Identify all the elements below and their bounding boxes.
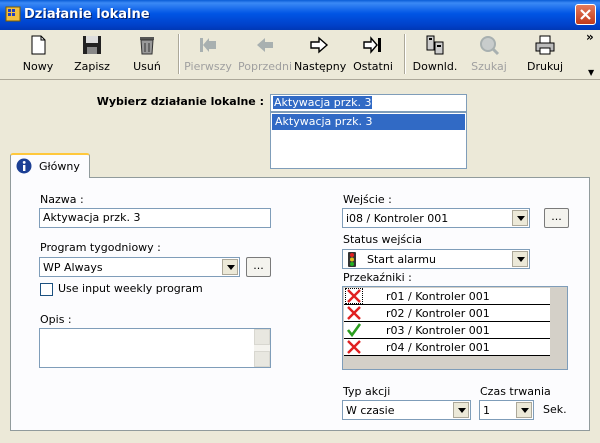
relay-name: r03 / Kontroler 001 [386, 324, 490, 337]
printer-icon [535, 35, 555, 55]
chevron-down-icon[interactable] [222, 259, 238, 275]
relay-name: r04 / Kontroler 001 [386, 341, 490, 354]
toolbar-overflow-arrow-icon[interactable]: ▼ [588, 68, 594, 77]
duration-label: Czas trwania [480, 385, 551, 398]
relay-name: r01 / Kontroler 001 [386, 290, 490, 303]
duration-select[interactable]: 1 [479, 400, 534, 420]
description-label: Opis : [40, 313, 72, 326]
tab-label: Główny [39, 160, 80, 173]
chevron-down-icon[interactable] [512, 210, 528, 226]
previous-record-icon [257, 38, 273, 52]
input-status-label: Status wejścia [343, 233, 422, 246]
local-action-list[interactable]: Aktywacja przk. 3 [270, 112, 467, 169]
local-action-search-input[interactable]: Aktywacja przk. 3 [270, 94, 467, 112]
action-type-label: Typ akcji [343, 385, 391, 398]
checkmark-icon[interactable] [346, 323, 362, 337]
window-title: Działanie lokalne [24, 7, 150, 22]
input-select[interactable]: i08 / Kontroler 001 [342, 208, 530, 228]
relays-grid[interactable]: r01 / Kontroler 001 r02 / Kontroler 001 … [342, 286, 568, 370]
last-record-icon [363, 36, 381, 54]
chevron-down-icon[interactable] [516, 402, 532, 418]
new-button[interactable]: Nowy [16, 30, 60, 76]
table-row[interactable]: r03 / Kontroler 001 [344, 322, 550, 339]
app-icon [5, 6, 21, 22]
save-button-label: Zapisz [74, 60, 110, 73]
download-button-label: Downld. [412, 60, 458, 73]
toolbar-separator [178, 34, 180, 74]
close-button[interactable] [575, 4, 596, 25]
cross-icon[interactable] [345, 288, 363, 304]
delete-button-label: Usuń [133, 60, 161, 73]
action-type-select[interactable]: W czasie [342, 400, 471, 420]
weekly-program-value: WP Always [43, 261, 103, 274]
download-icon [426, 35, 444, 55]
previous-button[interactable]: Poprzedni [238, 30, 292, 76]
input-status-value: Start alarmu [367, 253, 436, 266]
title-bar[interactable]: Działanie lokalne [0, 0, 600, 30]
local-action-select-label: Wybierz działanie lokalne : [96, 95, 264, 108]
traffic-light-icon [348, 252, 356, 267]
action-type-value: W czasie [346, 404, 395, 417]
relays-label: Przekaźniki : [343, 271, 412, 284]
download-button[interactable]: Downld. [412, 30, 458, 76]
floppy-disk-icon [83, 36, 101, 54]
description-textarea[interactable] [39, 328, 271, 368]
next-record-icon [310, 36, 329, 54]
tab-glowny[interactable]: Główny [10, 153, 90, 178]
first-button[interactable]: Pierwszy [184, 30, 232, 76]
weekly-program-select[interactable]: WP Always [39, 257, 240, 277]
next-button[interactable]: Następny [294, 30, 347, 76]
toolbar-overflow-button[interactable]: » [586, 30, 598, 44]
duration-unit-label: Sek. [543, 403, 567, 416]
search-button[interactable]: Szukaj [466, 30, 512, 76]
trash-icon [140, 37, 154, 55]
scroll-down-icon[interactable] [254, 351, 270, 367]
next-button-label: Następny [294, 60, 347, 73]
close-icon [580, 9, 591, 20]
table-row[interactable]: r01 / Kontroler 001 [344, 288, 550, 305]
scroll-up-icon[interactable] [254, 329, 270, 345]
use-input-weekly-label: Use input weekly program [58, 282, 203, 295]
print-button[interactable]: Drukuj [522, 30, 568, 76]
first-button-label: Pierwszy [184, 60, 232, 73]
delete-button[interactable]: Usuń [125, 30, 169, 76]
new-document-icon [31, 35, 46, 55]
table-row[interactable]: r04 / Kontroler 001 [344, 339, 550, 356]
last-button[interactable]: Ostatni [350, 30, 396, 76]
input-status-select[interactable]: Start alarmu [342, 249, 530, 269]
toolbar: Nowy Zapisz Usuń Pierwszy Poprzedni Nast… [0, 30, 600, 80]
relay-name: r02 / Kontroler 001 [386, 307, 490, 320]
cross-icon[interactable] [346, 340, 362, 354]
chevron-down-icon[interactable] [453, 402, 469, 418]
description-scrollbar[interactable] [254, 329, 270, 367]
print-button-label: Drukuj [526, 60, 564, 73]
input-browse-button[interactable]: ... [544, 208, 569, 228]
name-field[interactable]: Aktywacja przk. 3 [39, 208, 271, 228]
first-record-icon [200, 38, 216, 52]
use-input-weekly-checkbox[interactable] [40, 283, 53, 296]
toolbar-separator [404, 34, 406, 74]
new-button-label: Nowy [22, 60, 54, 73]
weekly-program-label: Program tygodniowy : [40, 241, 161, 254]
previous-button-label: Poprzedni [238, 60, 293, 73]
chevron-down-icon[interactable] [512, 251, 528, 267]
save-button[interactable]: Zapisz [70, 30, 114, 76]
table-row[interactable]: r02 / Kontroler 001 [344, 305, 550, 322]
weekly-program-browse-button[interactable]: ... [246, 257, 271, 277]
name-label: Nazwa : [40, 193, 84, 206]
info-icon [16, 158, 32, 174]
search-icon [480, 36, 500, 56]
cross-icon[interactable] [346, 306, 362, 320]
last-button-label: Ostatni [353, 60, 393, 73]
search-button-label: Szukaj [471, 60, 507, 73]
list-item[interactable]: Aktywacja przk. 3 [272, 114, 465, 130]
duration-value: 1 [483, 404, 490, 417]
local-action-input-text: Aktywacja przk. 3 [273, 96, 373, 109]
input-label: Wejście : [343, 193, 392, 206]
input-value: i08 / Kontroler 001 [346, 212, 449, 225]
